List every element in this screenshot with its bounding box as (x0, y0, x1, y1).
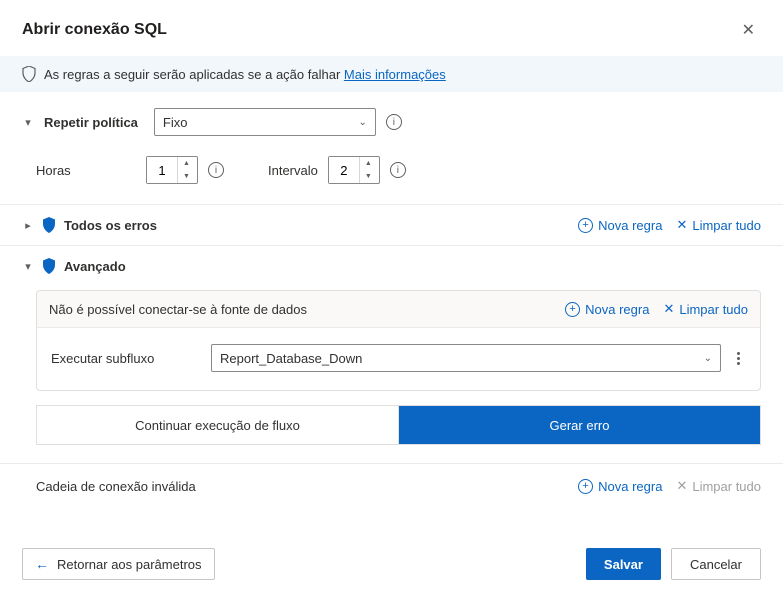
subflow-value: Report_Database_Down (220, 351, 362, 366)
plus-icon: + (565, 302, 580, 317)
retry-policy-value: Fixo (163, 115, 188, 130)
interval-label: Intervalo (268, 163, 318, 178)
shield-icon (22, 66, 36, 82)
shield-icon (42, 258, 56, 274)
new-rule-button[interactable]: + Nova regra (578, 218, 662, 233)
hours-down-icon[interactable]: ▼ (178, 170, 195, 183)
chevron-down-icon: ⌄ (704, 353, 712, 364)
dialog-footer: ← Retornar aos parâmetros Salvar Cancela… (0, 534, 783, 598)
subflow-select[interactable]: Report_Database_Down ⌄ (211, 344, 721, 372)
back-button[interactable]: ← Retornar aos parâmetros (22, 548, 215, 580)
retry-policy-section: ▾ Repetir política Fixo ⌄ i (0, 92, 783, 142)
error-card-datasource: Não é possível conectar-se à fonte de da… (36, 290, 761, 391)
info-icon[interactable]: i (208, 162, 224, 178)
all-errors-header: ▸ Todos os erros + Nova regra ✕ Limpar t… (0, 204, 783, 245)
info-banner: As regras a seguir serão aplicadas se a … (0, 56, 783, 92)
error-title: Cadeia de conexão inválida (36, 479, 196, 494)
close-icon[interactable]: ✕ (736, 18, 761, 42)
interval-stepper[interactable]: ▲ ▼ (328, 156, 380, 184)
error-card-header: Não é possível conectar-se à fonte de da… (37, 291, 760, 328)
close-icon: ✕ (676, 217, 687, 233)
hours-label: Horas (36, 163, 136, 178)
throw-error-button[interactable]: Gerar erro (399, 406, 760, 444)
flow-result-toggle: Continuar execução de fluxo Gerar erro (36, 405, 761, 445)
arrow-left-icon: ← (35, 556, 49, 572)
plus-icon: + (578, 218, 593, 233)
info-icon[interactable]: i (390, 162, 406, 178)
close-icon: ✕ (663, 301, 674, 317)
clear-all-button[interactable]: ✕ Limpar tudo (663, 301, 748, 317)
close-icon: ✕ (676, 478, 687, 494)
save-button[interactable]: Salvar (586, 548, 661, 580)
chevron-down-icon: ⌄ (359, 117, 367, 128)
info-icon[interactable]: i (386, 114, 402, 130)
plus-icon: + (578, 479, 593, 494)
more-options-icon[interactable] (731, 352, 746, 365)
chevron-right-icon[interactable]: ▸ (22, 219, 34, 232)
back-label: Retornar aos parâmetros (57, 557, 202, 572)
dialog-title: Abrir conexão SQL (22, 21, 167, 39)
dialog-header: Abrir conexão SQL ✕ (0, 0, 783, 56)
cancel-button[interactable]: Cancelar (671, 548, 761, 580)
error-card-body: Executar subfluxo Report_Database_Down ⌄ (37, 328, 760, 390)
hours-input[interactable] (147, 157, 177, 183)
retry-values-row: Horas ▲ ▼ i Intervalo ▲ ▼ i (0, 142, 783, 204)
continue-flow-button[interactable]: Continuar execução de fluxo (37, 406, 399, 444)
shield-icon (42, 217, 56, 233)
retry-policy-label: Repetir política (44, 115, 138, 130)
advanced-header: ▾ Avançado (0, 245, 783, 286)
banner-text: As regras a seguir serão aplicadas se a … (44, 67, 446, 82)
hours-stepper[interactable]: ▲ ▼ (146, 156, 198, 184)
interval-up-icon[interactable]: ▲ (360, 157, 377, 170)
more-info-link[interactable]: Mais informações (344, 67, 446, 82)
all-errors-title: Todos os erros (64, 218, 157, 233)
clear-all-button: ✕ Limpar tudo (676, 478, 761, 494)
run-subflow-label: Executar subfluxo (51, 351, 201, 366)
error-title: Não é possível conectar-se à fonte de da… (49, 302, 307, 317)
chevron-down-icon[interactable]: ▾ (22, 116, 34, 129)
interval-input[interactable] (329, 157, 359, 183)
new-rule-button[interactable]: + Nova regra (578, 479, 662, 494)
clear-all-button[interactable]: ✕ Limpar tudo (676, 217, 761, 233)
interval-down-icon[interactable]: ▼ (360, 170, 377, 183)
hours-up-icon[interactable]: ▲ (178, 157, 195, 170)
invalid-conn-header: Cadeia de conexão inválida + Nova regra … (0, 463, 783, 508)
retry-policy-select[interactable]: Fixo ⌄ (154, 108, 376, 136)
advanced-title: Avançado (64, 259, 126, 274)
chevron-down-icon[interactable]: ▾ (22, 260, 34, 273)
new-rule-button[interactable]: + Nova regra (565, 302, 649, 317)
